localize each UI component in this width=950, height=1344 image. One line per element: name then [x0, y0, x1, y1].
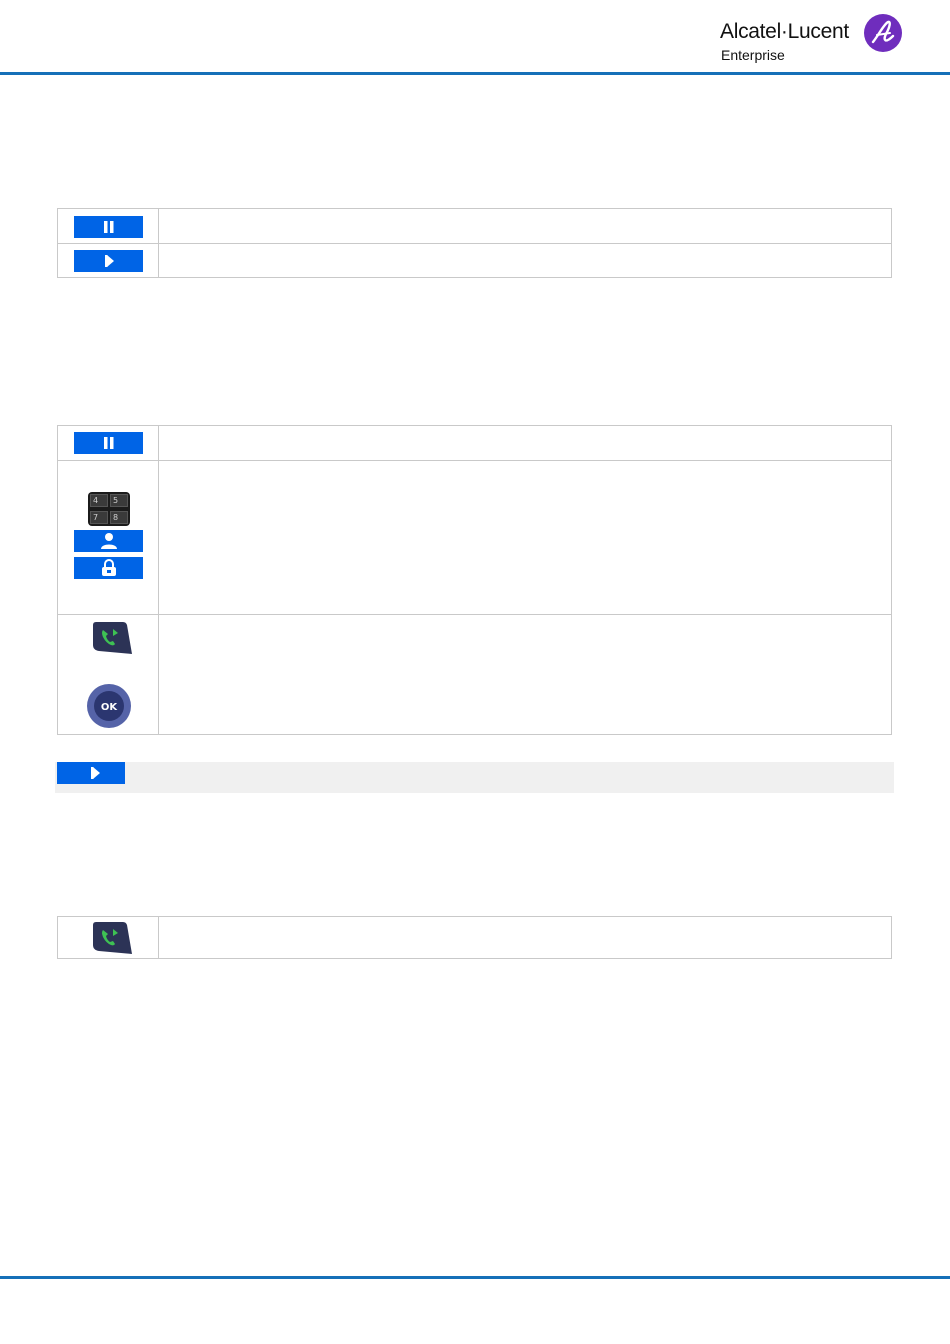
pause-softkey-icon[interactable]: [74, 432, 143, 454]
keypad-key: 5: [110, 494, 128, 507]
off-hook-call-key-icon[interactable]: [91, 921, 133, 955]
footer-rule: [0, 1276, 950, 1279]
description-cell: [160, 615, 891, 734]
section-3-table: [57, 916, 892, 959]
description-cell: [160, 209, 891, 243]
header-rule: [0, 72, 950, 75]
section-1-table: [57, 208, 892, 278]
table-row: OK: [58, 614, 891, 734]
section-2-table: 4 5 7 8 OK: [57, 425, 892, 735]
icon-cell: [58, 244, 159, 277]
ok-label: OK: [101, 702, 119, 713]
table-row: [58, 243, 891, 277]
ok-navigation-key-icon[interactable]: OK: [86, 683, 132, 729]
next-arrow-softkey-icon[interactable]: [57, 762, 125, 784]
note-bar: [55, 762, 894, 793]
table-row: [58, 209, 891, 243]
table-row: [58, 426, 891, 460]
description-cell: [160, 917, 891, 958]
off-hook-call-key-icon[interactable]: [91, 621, 133, 655]
table-row: 4 5 7 8: [58, 460, 891, 614]
logo-mark-icon: [864, 14, 902, 52]
table-row: [58, 917, 891, 958]
icon-cell: 4 5 7 8: [58, 461, 159, 614]
keypad-key: 4: [90, 494, 108, 507]
keypad-key: 7: [90, 511, 108, 524]
logo-brand-text: Alcatel·Lucent: [720, 20, 849, 43]
next-arrow-softkey-icon[interactable]: [74, 250, 143, 272]
description-cell: [160, 244, 891, 277]
pause-softkey-icon[interactable]: [74, 216, 143, 238]
dial-keypad-icon[interactable]: 4 5 7 8: [88, 492, 130, 526]
icon-cell: [58, 209, 159, 243]
icon-cell: [58, 917, 159, 958]
alcatel-lucent-logo: Alcatel·Lucent Enterprise: [720, 14, 910, 66]
icon-cell: [58, 426, 159, 460]
logo-sub-text: Enterprise: [721, 47, 785, 63]
lock-softkey-icon[interactable]: [74, 557, 143, 579]
description-cell: [160, 426, 891, 460]
description-cell: [160, 461, 891, 614]
contact-person-softkey-icon[interactable]: [74, 530, 143, 552]
keypad-key: 8: [110, 511, 128, 524]
icon-cell: OK: [58, 615, 159, 734]
